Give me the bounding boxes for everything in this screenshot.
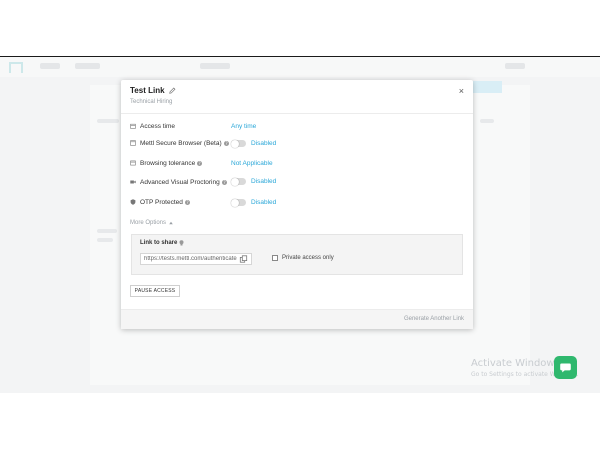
private-access-option[interactable]: Private access only — [272, 255, 334, 261]
generate-another-link[interactable]: Generate Another Link — [404, 316, 464, 322]
background-button — [470, 81, 502, 93]
modal-header: Test Link Technical Hiring × — [121, 80, 473, 114]
modal-title: Test Link — [130, 86, 165, 95]
background-text — [97, 229, 117, 233]
share-link-input[interactable] — [140, 253, 252, 265]
help-icon[interactable]: ? — [221, 179, 227, 185]
otp-value: Disabled — [251, 199, 277, 206]
browsing-tolerance-label: Browsing tolerance — [140, 159, 196, 167]
otp-label: OTP Protected — [140, 198, 183, 206]
svg-text:?: ? — [225, 141, 227, 146]
secure-browser-toggle[interactable] — [231, 139, 246, 148]
calendar-icon — [130, 123, 136, 129]
background-nav-item — [40, 63, 60, 69]
svg-text:?: ? — [199, 161, 201, 166]
secure-browser-setting: Disabled — [231, 139, 277, 148]
svg-text:?: ? — [186, 200, 188, 205]
share-label: Link to share — [140, 240, 178, 246]
svg-text:?: ? — [223, 180, 225, 185]
more-options-toggle[interactable]: More Options — [130, 220, 174, 226]
background-nav — [0, 57, 600, 77]
modal-footer: Generate Another Link — [121, 309, 473, 329]
test-link-modal: Test Link Technical Hiring × Access time… — [121, 80, 473, 329]
background-text — [97, 238, 113, 242]
help-icon[interactable]: ? — [223, 140, 229, 146]
share-label-row: Link to share — [140, 240, 184, 246]
caret-up-icon — [169, 221, 173, 225]
background-nav-item — [200, 63, 230, 69]
access-time-label: Access time — [140, 122, 176, 130]
secure-browser-row: Mettl Secure Browser (Beta) ? — [130, 138, 229, 148]
pause-access-button[interactable]: PAUSE ACCESS — [130, 285, 180, 297]
secure-browser-value: Disabled — [251, 140, 277, 147]
visual-proctoring-toggle[interactable] — [231, 177, 246, 186]
background-nav-item — [505, 63, 525, 69]
visual-proctoring-row: Advanced Visual Proctoring ? — [130, 177, 227, 187]
shield-icon — [130, 199, 136, 205]
close-icon[interactable]: × — [459, 86, 464, 96]
chat-button[interactable] — [554, 356, 577, 379]
copy-icon[interactable] — [239, 255, 248, 263]
otp-toggle[interactable] — [231, 198, 246, 207]
browsing-tolerance-row: Browsing tolerance ? — [130, 158, 203, 168]
browsing-tolerance-value[interactable]: Not Applicable — [231, 160, 273, 167]
background-text — [97, 119, 119, 123]
video-camera-icon — [130, 180, 136, 184]
modal-subtitle: Technical Hiring — [130, 99, 173, 105]
pencil-icon[interactable] — [168, 87, 176, 94]
share-link-section: Link to share Private access only — [131, 234, 463, 275]
bottom-blank-area — [0, 393, 600, 450]
private-access-label: Private access only — [282, 255, 334, 261]
browser-icon — [130, 140, 136, 146]
visual-proctoring-setting: Disabled — [231, 177, 277, 186]
visual-proctoring-value: Disabled — [251, 178, 277, 185]
modal-title-row: Test Link — [130, 86, 176, 95]
bulb-icon — [179, 240, 184, 246]
private-access-checkbox[interactable] — [272, 255, 278, 261]
top-blank-area — [0, 0, 600, 56]
otp-setting: Disabled — [231, 198, 277, 207]
background-logo — [9, 62, 23, 73]
otp-row: OTP Protected ? — [130, 197, 190, 207]
chat-bubble-icon — [560, 363, 571, 373]
help-icon[interactable]: ? — [184, 199, 190, 205]
background-nav-item — [75, 63, 100, 69]
access-time-value[interactable]: Any time — [231, 123, 256, 130]
background-text — [480, 119, 494, 123]
help-icon[interactable]: ? — [197, 160, 203, 166]
more-options-label: More Options — [130, 220, 167, 226]
access-time-row: Access time — [130, 121, 175, 131]
window-icon — [130, 160, 136, 166]
secure-browser-label: Mettl Secure Browser (Beta) — [140, 139, 222, 147]
visual-proctoring-label: Advanced Visual Proctoring — [140, 178, 220, 186]
